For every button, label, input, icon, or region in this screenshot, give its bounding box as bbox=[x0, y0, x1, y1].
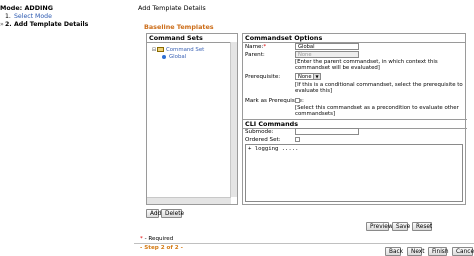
tree-node-command-set[interactable]: ⊟ Command Set bbox=[151, 46, 237, 53]
cli-commands-textarea[interactable]: + logging ..... bbox=[245, 144, 463, 202]
page-title: Add Template Details bbox=[138, 4, 206, 12]
wizard-step-select-mode[interactable]: 1. Select Mode bbox=[0, 13, 90, 21]
prerequisite-value: None bbox=[298, 74, 312, 80]
required-note: * - Required bbox=[140, 236, 173, 242]
footer-divider bbox=[134, 243, 474, 244]
delete-button[interactable]: Delete bbox=[161, 209, 184, 218]
next-button[interactable]: Next bbox=[407, 247, 425, 256]
wizard-steps: 1. Select Mode » 2. Add Template Details bbox=[0, 13, 90, 28]
step-number: 1. bbox=[5, 13, 11, 20]
horizontal-scrollbar[interactable] bbox=[147, 197, 231, 204]
mark-prerequisite-hint: [Select this commandset as a preconditio… bbox=[295, 105, 459, 118]
command-set-tree: ⊟ Command Set Global bbox=[147, 43, 237, 60]
back-button[interactable]: Back bbox=[385, 247, 403, 256]
finish-button[interactable]: Finish bbox=[428, 247, 449, 256]
save-button[interactable]: Save bbox=[392, 222, 410, 231]
mark-prerequisite-checkbox[interactable] bbox=[295, 98, 300, 103]
required-star: * bbox=[263, 44, 267, 50]
commandset-options-panel: Commandset Options Name:* Global Parent:… bbox=[242, 33, 467, 205]
tree-node-label: Global bbox=[169, 53, 187, 60]
add-button[interactable]: Add bbox=[146, 209, 161, 218]
parent-label: Parent: bbox=[245, 52, 265, 58]
prerequisite-label: Prerequisite: bbox=[245, 74, 281, 80]
section-title: Baseline Templates bbox=[144, 23, 214, 31]
name-label: Name:* bbox=[245, 44, 266, 50]
reset-button[interactable]: Reset bbox=[412, 222, 432, 231]
parent-field[interactable]: None bbox=[295, 51, 359, 58]
preview-button[interactable]: Preview bbox=[366, 222, 393, 231]
command-sets-header: Command Sets bbox=[147, 34, 237, 43]
command-sets-panel: Command Sets ⊟ Command Set Global bbox=[146, 33, 238, 205]
wizard-mode: Mode: ADDING bbox=[0, 4, 53, 12]
chevron-down-icon[interactable]: ▼ bbox=[313, 74, 320, 79]
radio-selected-icon bbox=[162, 54, 166, 59]
ordered-set-checkbox[interactable] bbox=[295, 137, 300, 142]
submode-label: Submode: bbox=[245, 129, 274, 135]
name-field[interactable]: Global bbox=[295, 43, 359, 50]
vertical-scrollbar[interactable] bbox=[230, 42, 237, 197]
folder-icon bbox=[157, 47, 164, 52]
step-indicator: - Step 2 of 2 - bbox=[140, 245, 183, 251]
tree-node-global[interactable]: Global bbox=[151, 53, 237, 60]
tree-node-label: Command Set bbox=[166, 46, 205, 53]
commandset-options-header: Commandset Options bbox=[243, 34, 465, 43]
required-text: - Required bbox=[142, 236, 174, 242]
prerequisite-select[interactable]: None ▼ bbox=[295, 73, 321, 80]
step-label: Add Template Details bbox=[14, 20, 89, 28]
step-number: 2. bbox=[5, 20, 12, 28]
prerequisite-hint: [If this is a conditional commandset, se… bbox=[295, 82, 463, 95]
wizard-step-add-template-details: » 2. Add Template Details bbox=[0, 21, 90, 29]
parent-hint: [Enter the parent commandset, in which c… bbox=[295, 59, 438, 72]
ordered-set-label: Ordered Set: bbox=[245, 137, 281, 143]
cancel-button[interactable]: Cancel bbox=[452, 247, 474, 256]
name-label-text: Name: bbox=[245, 44, 264, 50]
step-label: Select Mode bbox=[14, 13, 52, 20]
submode-field[interactable] bbox=[295, 128, 359, 135]
